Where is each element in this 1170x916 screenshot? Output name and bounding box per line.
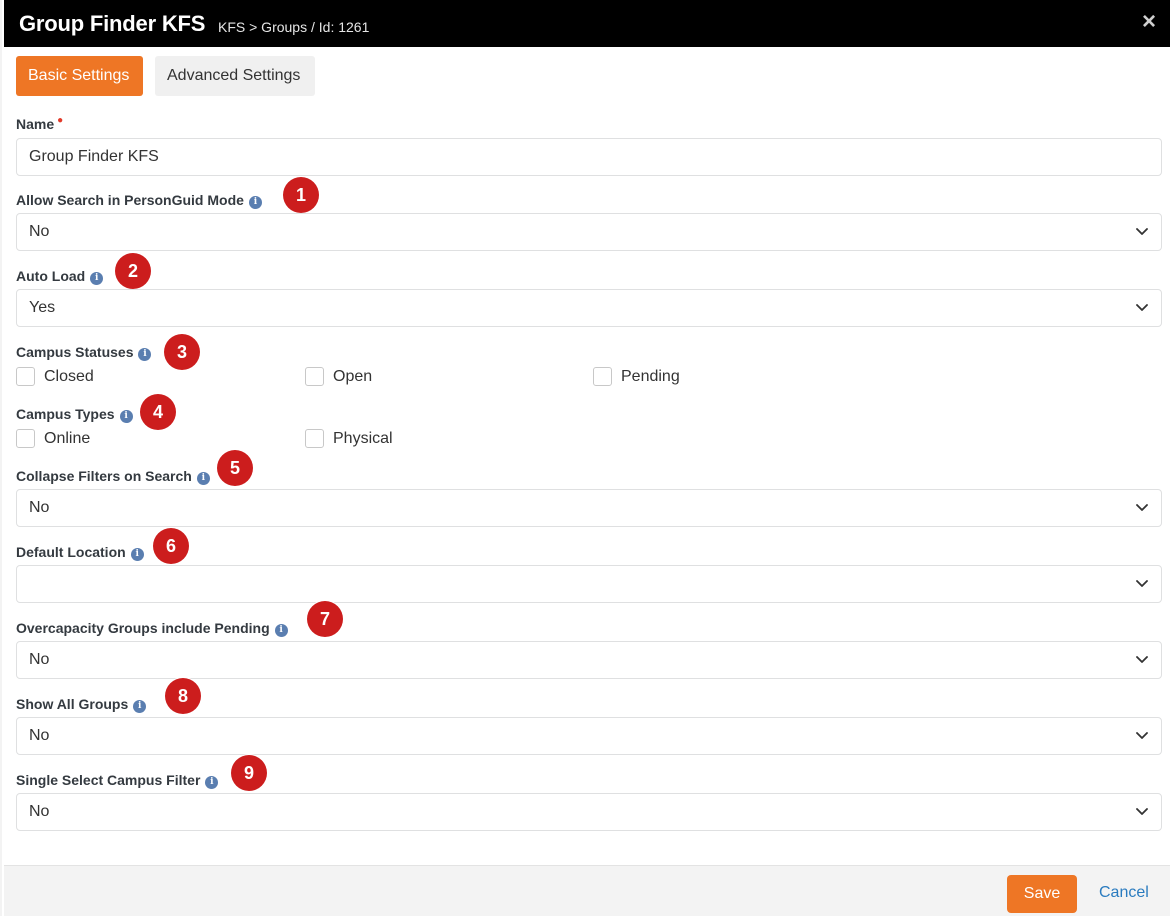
default-location-label-text: Default Location (16, 544, 126, 560)
show-all-groups-label-text: Show All Groups (16, 696, 129, 712)
overcapacity-value: No (29, 651, 50, 668)
allow-search-value: No (29, 223, 50, 240)
info-icon[interactable]: i (90, 272, 104, 285)
breadcrumb: KFS > Groups / Id: 1261 (218, 19, 370, 35)
required-indicator-icon: ● (57, 115, 64, 126)
chevron-down-icon (1136, 808, 1148, 815)
checkbox-label: Pending (621, 368, 680, 385)
callout-badge-5: 5 (217, 450, 253, 486)
checkbox-box[interactable] (305, 429, 324, 448)
callout-badge-4: 4 (140, 394, 176, 430)
name-input[interactable]: Group Finder KFS (16, 138, 1162, 176)
single-select-campus-label: Single Select Campus Filter i (16, 772, 219, 789)
tab-basic-settings[interactable]: Basic Settings (16, 56, 143, 96)
auto-load-label: Auto Load i (16, 268, 104, 285)
block-settings-modal: Group Finder KFS KFS > Groups / Id: 1261… (0, 0, 1170, 916)
callout-badge-8: 8 (165, 678, 201, 714)
name-label: Name ● (16, 115, 64, 132)
callout-badge-1: 1 (283, 177, 319, 213)
info-icon[interactable]: i (138, 348, 152, 361)
checkbox-label: Closed (44, 368, 94, 385)
auto-load-label-text: Auto Load (16, 268, 86, 284)
info-icon[interactable]: i (248, 196, 262, 209)
collapse-filters-value: No (29, 499, 50, 516)
info-icon[interactable]: i (196, 472, 210, 485)
checkbox-label: Online (44, 430, 91, 447)
collapse-filters-select[interactable]: No (16, 489, 1162, 527)
single-select-campus-label-text: Single Select Campus Filter (16, 772, 201, 788)
cancel-link[interactable]: Cancel (1099, 884, 1149, 902)
modal-title: Group Finder KFS (19, 11, 206, 36)
default-location-label: Default Location i (16, 544, 144, 561)
checkbox-box[interactable] (16, 429, 35, 448)
info-icon[interactable]: i (205, 776, 219, 789)
name-label-text: Name (16, 116, 55, 132)
show-all-groups-value: No (29, 727, 50, 744)
chevron-down-icon (1136, 580, 1148, 587)
callout-badge-9: 9 (231, 755, 267, 791)
overcapacity-label: Overcapacity Groups include Pending i (16, 620, 288, 637)
chevron-down-icon (1136, 504, 1148, 511)
chevron-down-icon (1136, 304, 1148, 311)
default-location-select[interactable] (16, 565, 1162, 603)
chevron-down-icon (1136, 732, 1148, 739)
overcapacity-select[interactable]: No (16, 641, 1162, 679)
save-button[interactable]: Save (1007, 875, 1077, 913)
campus-types-label: Campus Types i (16, 406, 133, 423)
collapse-filters-label: Collapse Filters on Search i (16, 468, 210, 485)
overcapacity-label-text: Overcapacity Groups include Pending (16, 620, 270, 636)
auto-load-select[interactable]: Yes (16, 289, 1162, 327)
modal-header: Group Finder KFS KFS > Groups / Id: 1261… (4, 0, 1170, 47)
info-icon[interactable]: i (119, 410, 133, 423)
show-all-groups-select[interactable]: No (16, 717, 1162, 755)
checkbox-label: Open (333, 368, 373, 385)
show-all-groups-label: Show All Groups i (16, 696, 147, 713)
callout-badge-6: 6 (153, 528, 189, 564)
info-icon[interactable]: i (274, 624, 288, 637)
campus-statuses-label-text: Campus Statuses (16, 344, 134, 360)
chevron-down-icon (1136, 656, 1148, 663)
allow-search-label-text: Allow Search in PersonGuid Mode (16, 192, 244, 208)
campus-statuses-label: Campus Statuses i (16, 344, 152, 361)
checkbox-box[interactable] (305, 367, 324, 386)
modal-footer: Save Cancel (4, 865, 1170, 916)
allow-search-label: Allow Search in PersonGuid Mode i (16, 192, 262, 209)
callout-badge-3: 3 (164, 334, 200, 370)
collapse-filters-label-text: Collapse Filters on Search (16, 468, 192, 484)
single-select-campus-value: No (29, 803, 50, 820)
info-icon[interactable]: i (133, 700, 147, 713)
close-icon[interactable]: × (1138, 10, 1160, 34)
checkbox-box[interactable] (593, 367, 612, 386)
single-select-campus-select[interactable]: No (16, 793, 1162, 831)
campus-types-label-text: Campus Types (16, 406, 115, 422)
checkbox-label: Physical (333, 430, 393, 447)
tab-advanced-settings[interactable]: Advanced Settings (155, 56, 315, 96)
checkbox-box[interactable] (16, 367, 35, 386)
callout-badge-2: 2 (115, 253, 151, 289)
info-icon[interactable]: i (130, 548, 144, 561)
auto-load-value: Yes (29, 299, 56, 316)
allow-search-select[interactable]: No (16, 213, 1162, 251)
chevron-down-icon (1136, 228, 1148, 235)
callout-badge-7: 7 (307, 601, 343, 637)
